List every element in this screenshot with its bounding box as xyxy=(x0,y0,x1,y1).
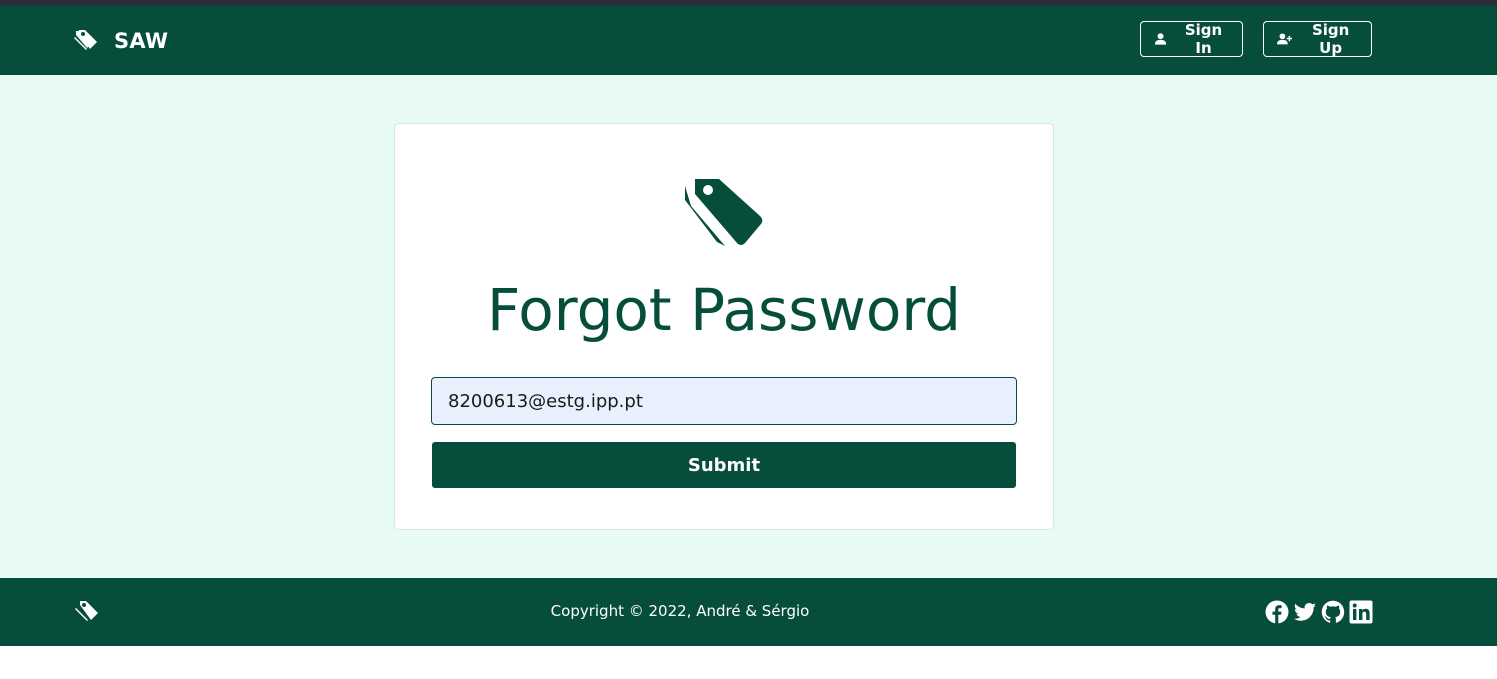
linkedin-icon[interactable] xyxy=(1349,600,1373,624)
page-title: Forgot Password xyxy=(487,276,961,344)
nav-actions: Sign In Sign Up xyxy=(1140,21,1372,57)
footer: Copyright © 2022, André & Sérgio xyxy=(0,578,1497,646)
user-icon xyxy=(1154,33,1167,45)
social-links xyxy=(1265,600,1373,624)
tags-icon xyxy=(74,29,97,50)
sign-up-label: Sign Up xyxy=(1311,21,1350,57)
sign-up-button[interactable]: Sign Up xyxy=(1263,21,1372,57)
navbar: SAW Sign In Sign Up xyxy=(0,6,1497,75)
submit-button[interactable]: Submit xyxy=(432,442,1016,488)
sign-in-button[interactable]: Sign In xyxy=(1140,21,1243,57)
github-icon[interactable] xyxy=(1321,600,1345,624)
copyright-text: Copyright © 2022, André & Sérgio xyxy=(550,602,810,620)
main-content: Forgot Password Submit xyxy=(0,75,1497,578)
sign-in-label: Sign In xyxy=(1184,21,1223,57)
brand-link[interactable]: SAW xyxy=(74,6,168,75)
brand-name: SAW xyxy=(114,28,169,53)
forgot-password-card: Forgot Password Submit xyxy=(394,123,1054,530)
user-plus-icon xyxy=(1277,33,1293,45)
twitter-icon[interactable] xyxy=(1293,600,1317,624)
facebook-icon[interactable] xyxy=(1265,600,1289,624)
email-field[interactable] xyxy=(431,377,1017,425)
tags-icon xyxy=(685,179,763,246)
